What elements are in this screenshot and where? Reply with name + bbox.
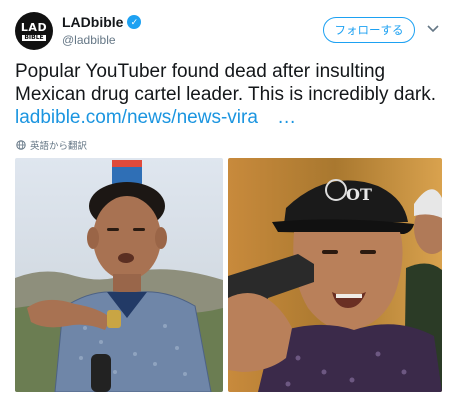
name-row: LADbible ✓ xyxy=(62,14,142,30)
globe-icon xyxy=(16,140,26,150)
tweet-text: Popular YouTuber found dead after insult… xyxy=(15,60,445,129)
photo-left-image xyxy=(15,158,223,392)
tweet-link[interactable]: ladbible.com/news/news-vira xyxy=(15,107,258,128)
verified-badge-icon: ✓ xyxy=(127,15,142,29)
avatar-text-top: LAD xyxy=(20,20,48,34)
avatar[interactable]: LAD BIBLE xyxy=(15,12,53,50)
cap-logo-text: OT xyxy=(346,185,372,204)
follow-button[interactable]: フォローする xyxy=(323,17,415,43)
translate-label: 英語から翻訳 xyxy=(30,141,88,152)
tweet-photo-right[interactable]: OT xyxy=(228,158,442,392)
account-handle[interactable]: @ladbible xyxy=(62,33,116,47)
tweet-body: Popular YouTuber found dead after insult… xyxy=(15,61,437,105)
tweet-link-ellipsis[interactable]: … xyxy=(277,107,296,128)
chevron-down-icon[interactable] xyxy=(426,22,440,36)
photo-right-image: OT xyxy=(228,158,442,392)
avatar-text-bottom: BIBLE xyxy=(22,33,46,41)
display-name[interactable]: LADbible xyxy=(62,14,123,30)
tweet-card: LAD BIBLE LADbible ✓ @ladbible フォローする Po… xyxy=(0,0,457,400)
tweet-photo-left[interactable] xyxy=(15,158,223,392)
translate-link[interactable]: 英語から翻訳 xyxy=(16,138,87,152)
